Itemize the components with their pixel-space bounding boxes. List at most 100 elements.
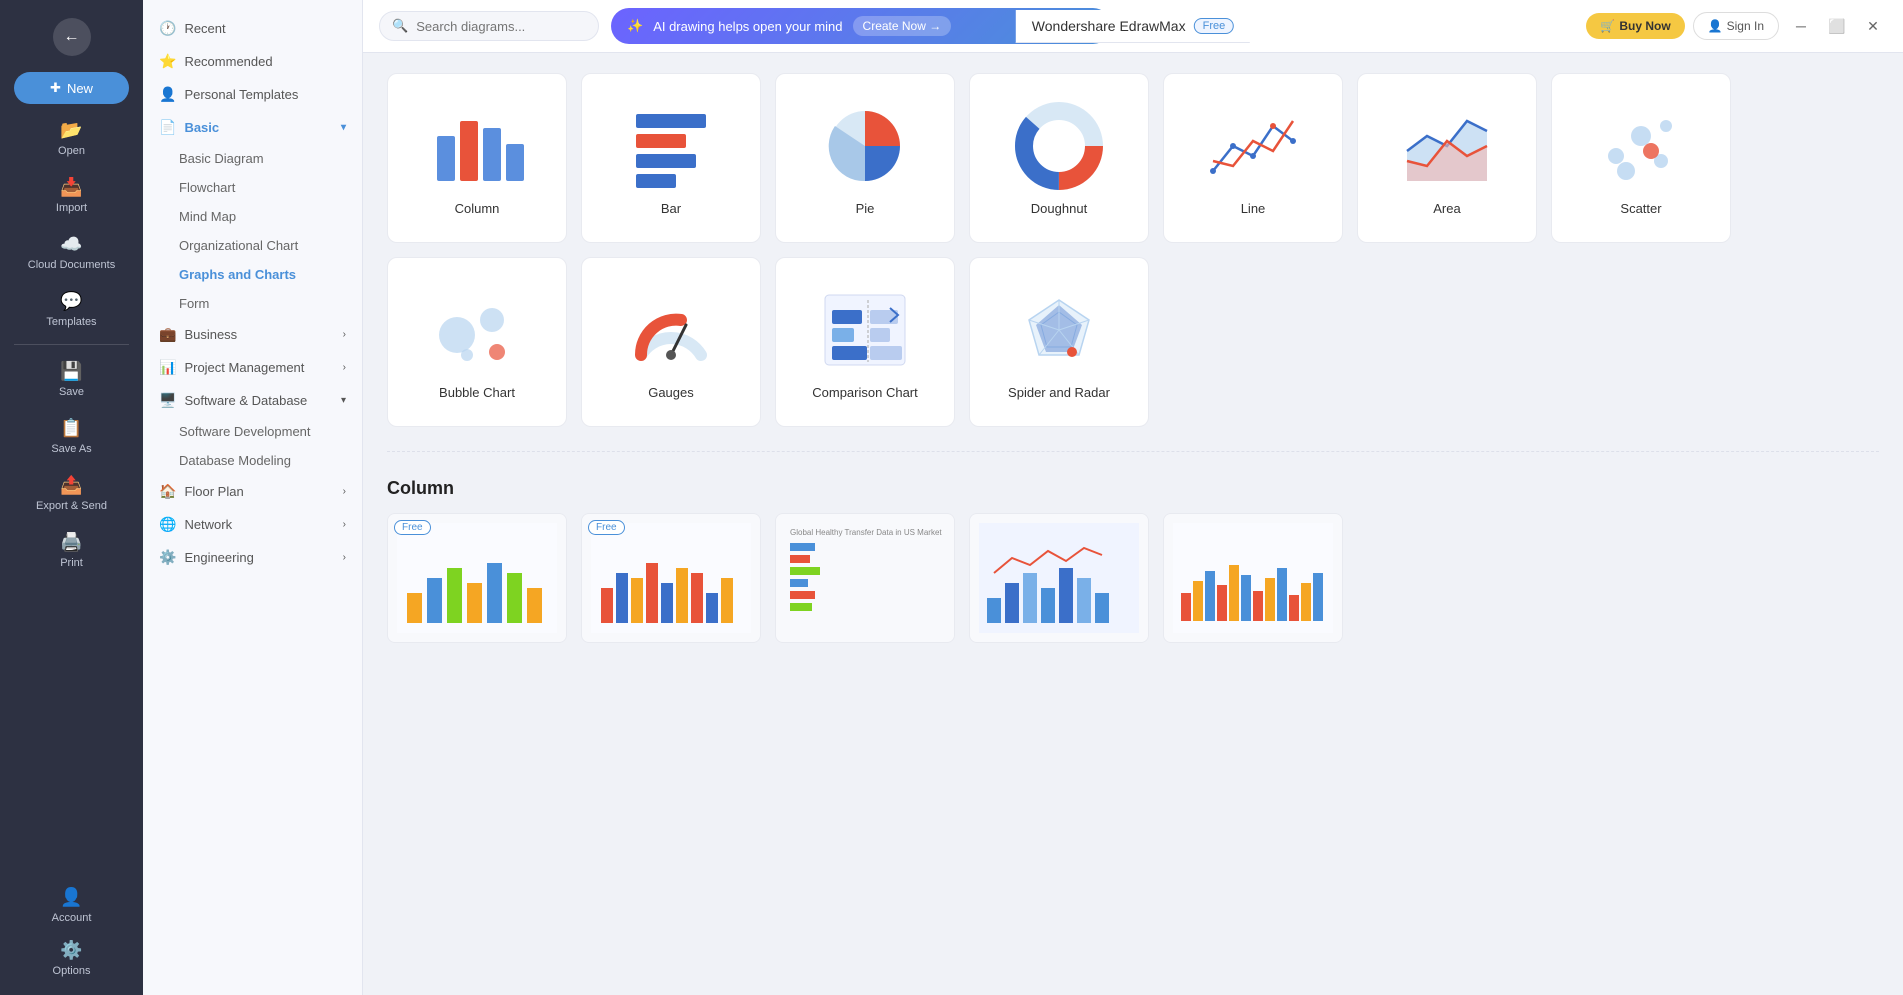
sidebar-item-basic[interactable]: 📄 Basic ▾: [143, 111, 362, 144]
chart-type-doughnut[interactable]: Doughnut: [969, 73, 1149, 243]
chart-type-pie[interactable]: Pie: [775, 73, 955, 243]
free-badge: Free: [1194, 18, 1235, 34]
sidebar-left: ← ✚ New 📂 Open 📥 Import ☁️ Cloud Documen…: [0, 0, 143, 995]
chart-type-comparison[interactable]: Comparison Chart: [775, 257, 955, 427]
doughnut-chart-label: Doughnut: [1031, 201, 1087, 216]
recent-label: Recent: [184, 21, 225, 36]
minimize-button[interactable]: ─: [1787, 12, 1815, 40]
sidebar-sub-basic-diagram[interactable]: Basic Diagram: [143, 144, 362, 173]
sidebar-item-floor-plan[interactable]: 🏠 Floor Plan ›: [143, 475, 362, 508]
chart-type-area[interactable]: Area: [1357, 73, 1537, 243]
org-chart-label: Organizational Chart: [179, 238, 298, 253]
maximize-button[interactable]: ⬜: [1823, 12, 1851, 40]
templates-icon: 💬: [60, 291, 82, 312]
chevron-right-icon4: ›: [343, 519, 346, 530]
options-icon: ⚙️: [60, 940, 82, 961]
import-icon: 📥: [60, 177, 82, 198]
sidebar-sub-db-modeling[interactable]: Database Modeling: [143, 446, 362, 475]
floor-plan-icon: 🏠: [159, 483, 176, 500]
chart-type-scatter[interactable]: Scatter: [1551, 73, 1731, 243]
topbar-right: 🛒 Buy Now 👤 Sign In ─ ⬜ ✕: [1586, 12, 1887, 40]
buy-now-button[interactable]: 🛒 Buy Now: [1586, 13, 1684, 39]
template-card-2[interactable]: Free: [581, 513, 761, 643]
cloud-icon: ☁️: [60, 234, 82, 255]
sidebar-sub-org-chart[interactable]: Organizational Chart: [143, 231, 362, 260]
sign-in-label: Sign In: [1727, 19, 1764, 33]
open-icon: 📂: [60, 120, 82, 141]
template-card-4[interactable]: [969, 513, 1149, 643]
sidebar-sub-mind-map[interactable]: Mind Map: [143, 202, 362, 231]
sign-in-button[interactable]: 👤 Sign In: [1693, 12, 1779, 40]
business-icon: 💼: [159, 326, 176, 343]
back-button[interactable]: ←: [53, 18, 91, 56]
ai-icon: ✨: [627, 18, 643, 34]
gauges-chart-label: Gauges: [648, 385, 694, 400]
sidebar-item-recent[interactable]: 🕐 Recent: [143, 12, 362, 45]
template-preview-3: Global Healthy Transfer Data in US Marke…: [776, 514, 954, 642]
area-chart-icon: [1397, 101, 1497, 191]
search-box[interactable]: 🔍: [379, 11, 599, 41]
recommended-icon: ⭐: [159, 53, 176, 70]
software-dev-label: Software Development: [179, 424, 311, 439]
bubble-chart-label: Bubble Chart: [439, 385, 515, 400]
sidebar-sub-graphs-charts[interactable]: Graphs and Charts: [143, 260, 362, 289]
account-icon: 👤: [60, 887, 82, 908]
chart-type-column[interactable]: Column: [387, 73, 567, 243]
template-card-1[interactable]: Free: [387, 513, 567, 643]
save-as-icon: 📋: [60, 418, 82, 439]
chevron-right-icon: ›: [343, 329, 346, 340]
floor-plan-label: Floor Plan: [184, 484, 243, 499]
app-name: Wondershare EdrawMax: [1032, 18, 1186, 34]
chart-type-spider[interactable]: Spider and Radar: [969, 257, 1149, 427]
sidebar-item-personal[interactable]: 👤 Personal Templates: [143, 78, 362, 111]
doughnut-chart-icon: [1009, 101, 1109, 191]
chart-type-bubble[interactable]: Bubble Chart: [387, 257, 567, 427]
close-button[interactable]: ✕: [1859, 12, 1887, 40]
chart-type-line[interactable]: Line: [1163, 73, 1343, 243]
create-now-button[interactable]: Create Now →: [853, 16, 952, 36]
nav-account[interactable]: 👤 Account: [48, 879, 96, 932]
nav-save[interactable]: 💾 Save: [0, 353, 143, 406]
sidebar-item-engineering[interactable]: ⚙️ Engineering ›: [143, 541, 362, 574]
import-label: Import: [56, 202, 87, 214]
options-label: Options: [53, 965, 91, 977]
search-input[interactable]: [416, 19, 586, 34]
bar-chart-icon: [621, 101, 721, 191]
sidebar-sub-form[interactable]: Form: [143, 289, 362, 318]
nav-open[interactable]: 📂 Open: [0, 112, 143, 165]
sidebar-item-business[interactable]: 💼 Business ›: [143, 318, 362, 351]
nav-export[interactable]: 📤 Export & Send: [0, 467, 143, 520]
gauges-chart-icon: [621, 285, 721, 375]
network-label: Network: [184, 517, 232, 532]
chart-type-gauges[interactable]: Gauges: [581, 257, 761, 427]
nav-cloud[interactable]: ☁️ Cloud Documents: [0, 226, 143, 279]
sidebar-sub-software-dev[interactable]: Software Development: [143, 417, 362, 446]
nav-options[interactable]: ⚙️ Options: [48, 932, 96, 985]
nav-print[interactable]: 🖨️ Print: [0, 524, 143, 577]
chart-type-grid: Column Bar: [387, 73, 1879, 427]
topbar: 🔍 ✨ AI drawing helps open your mind Crea…: [363, 0, 1903, 53]
chart-type-bar[interactable]: Bar: [581, 73, 761, 243]
basic-icon: 📄: [159, 119, 176, 136]
nav-save-as[interactable]: 📋 Save As: [0, 410, 143, 463]
print-label: Print: [60, 557, 83, 569]
area-chart-label: Area: [1433, 201, 1460, 216]
export-icon: 📤: [60, 475, 82, 496]
sidebar-sub-flowchart[interactable]: Flowchart: [143, 173, 362, 202]
template-card-3[interactable]: Global Healthy Transfer Data in US Marke…: [775, 513, 955, 643]
account-label: Account: [52, 912, 92, 924]
sidebar-item-network[interactable]: 🌐 Network ›: [143, 508, 362, 541]
template-card-5[interactable]: [1163, 513, 1343, 643]
nav-new[interactable]: ✚ New: [14, 72, 128, 104]
network-icon: 🌐: [159, 516, 176, 533]
sidebar-item-recommended[interactable]: ⭐ Recommended: [143, 45, 362, 78]
template-preview-5: [1164, 514, 1342, 642]
save-as-label: Save As: [51, 443, 91, 455]
nav-templates[interactable]: 💬 Templates: [0, 283, 143, 336]
mind-map-label: Mind Map: [179, 209, 236, 224]
basic-diagram-label: Basic Diagram: [179, 151, 264, 166]
nav-import[interactable]: 📥 Import: [0, 169, 143, 222]
sidebar-item-software-db[interactable]: 🖥️ Software & Database ▾: [143, 384, 362, 417]
plus-icon: ✚: [50, 80, 61, 96]
sidebar-item-project-mgmt[interactable]: 📊 Project Management ›: [143, 351, 362, 384]
